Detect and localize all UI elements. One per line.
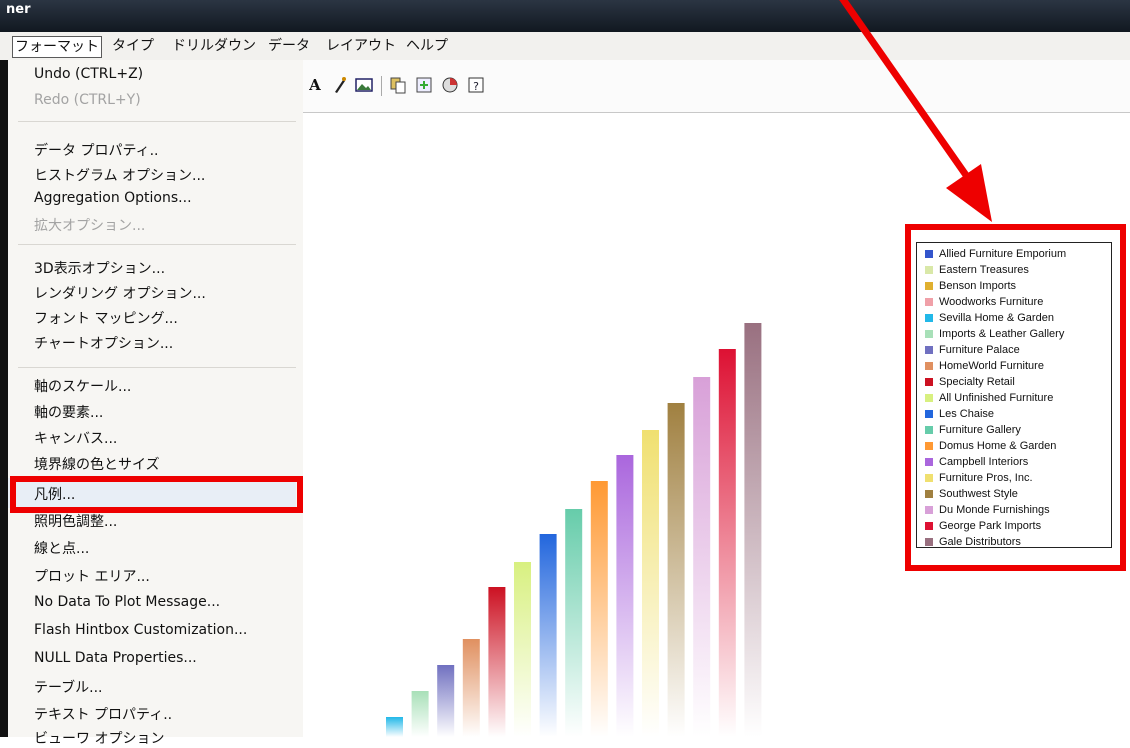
red-arrow-icon: [839, 0, 992, 222]
